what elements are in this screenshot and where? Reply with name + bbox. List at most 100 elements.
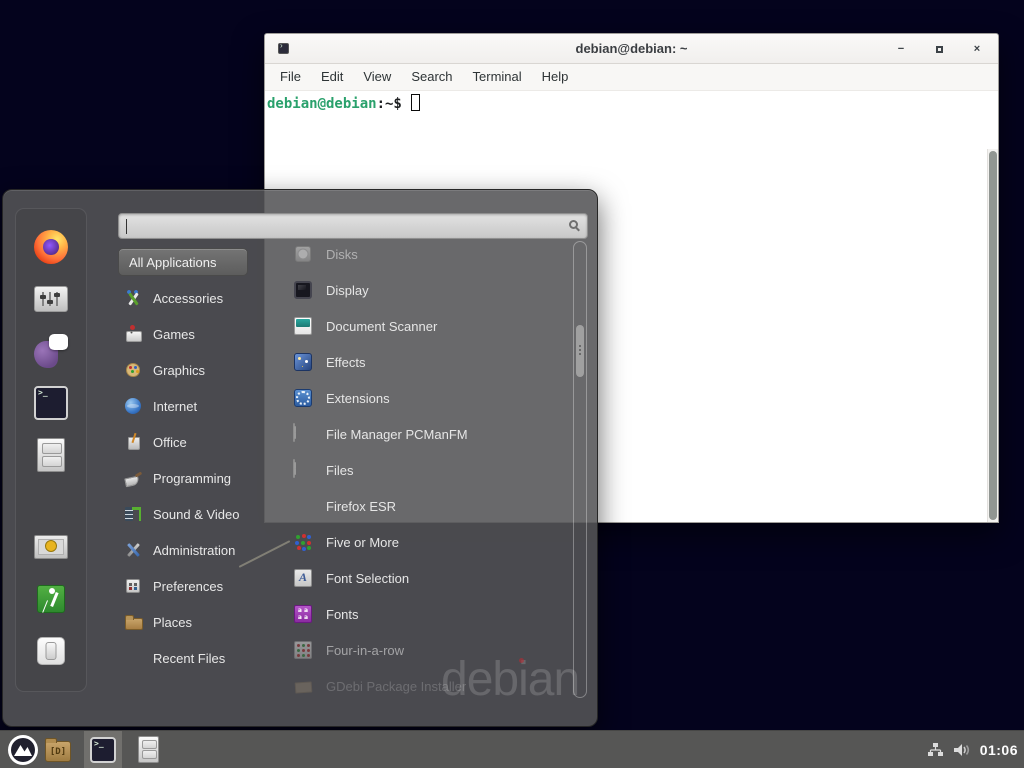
shell-prompt: debian@debian:~$ bbox=[267, 94, 996, 112]
search-icon bbox=[569, 220, 578, 229]
terminal-cursor bbox=[411, 94, 420, 111]
app-item-display[interactable]: Display bbox=[285, 272, 569, 308]
prompt-suffix: :~$ bbox=[377, 96, 402, 112]
file-cabinet-icon bbox=[37, 438, 65, 472]
favorite-file-cabinet[interactable] bbox=[34, 438, 68, 472]
effects-icon bbox=[293, 352, 313, 372]
category-sound-video[interactable]: Sound & Video bbox=[118, 496, 283, 532]
all-applications-label: All Applications bbox=[129, 255, 216, 270]
file-cabinet-icon bbox=[138, 736, 159, 763]
font-selection-icon bbox=[293, 568, 313, 588]
menu-edit[interactable]: Edit bbox=[311, 64, 353, 90]
favorite-firefox[interactable] bbox=[34, 230, 68, 264]
disks-icon bbox=[293, 244, 313, 264]
menu-logo-icon bbox=[8, 735, 38, 765]
file-cabinet-icon bbox=[293, 460, 313, 480]
category-games[interactable]: Games bbox=[118, 316, 283, 352]
system-tray: 01:06 bbox=[927, 731, 1018, 768]
terminal-icon bbox=[90, 737, 116, 763]
app-item-extensions[interactable]: Extensions bbox=[285, 380, 569, 416]
app-item-five-or-more[interactable]: Five or More bbox=[285, 524, 569, 560]
category-graphics[interactable]: Graphics bbox=[118, 352, 283, 388]
extensions-icon bbox=[293, 388, 313, 408]
volume-icon[interactable] bbox=[953, 742, 971, 758]
favorite-lock-screen[interactable] bbox=[34, 530, 68, 564]
app-item-gdebi-package-installer[interactable]: GDebi Package Installer bbox=[285, 668, 569, 700]
lock-screen-icon bbox=[34, 535, 68, 559]
category-administration[interactable]: Administration bbox=[118, 532, 283, 568]
app-item-file-manager-pcmanfm[interactable]: File Manager PCManFM bbox=[285, 416, 569, 452]
five-or-more-icon bbox=[293, 532, 313, 552]
close-button[interactable]: × bbox=[970, 42, 984, 56]
programming-icon bbox=[124, 469, 142, 487]
folder-icon bbox=[45, 741, 71, 762]
favorite-mixer[interactable] bbox=[34, 282, 68, 316]
category-programming[interactable]: Programming bbox=[118, 460, 283, 496]
maximize-button[interactable] bbox=[932, 42, 946, 56]
menu-file[interactable]: File bbox=[270, 64, 311, 90]
firefox-icon bbox=[293, 496, 313, 516]
minimize-button[interactable]: − bbox=[894, 42, 908, 56]
internet-icon bbox=[124, 397, 142, 415]
category-office[interactable]: Office bbox=[118, 424, 283, 460]
search-input[interactable] bbox=[127, 215, 561, 237]
favorite-pidgin[interactable] bbox=[34, 334, 68, 368]
logout-icon bbox=[37, 585, 66, 614]
category-places[interactable]: Places bbox=[118, 604, 283, 640]
network-icon[interactable] bbox=[927, 742, 944, 758]
category-accessories[interactable]: Accessories bbox=[118, 280, 283, 316]
terminal-titlebar[interactable]: debian@debian: ~ − × bbox=[265, 34, 998, 64]
clock[interactable]: 01:06 bbox=[980, 742, 1018, 758]
applications-menu: debian All Applications Accessories Game… bbox=[2, 189, 598, 727]
window-title: debian@debian: ~ bbox=[265, 34, 998, 64]
taskbar-files[interactable] bbox=[136, 736, 161, 763]
terminal-scrollbar-thumb[interactable] bbox=[989, 151, 997, 520]
app-list-scrollbar-thumb[interactable] bbox=[576, 325, 584, 377]
blank-icon bbox=[124, 649, 142, 667]
menu-view[interactable]: View bbox=[353, 64, 401, 90]
terminal-scrollbar[interactable] bbox=[987, 149, 998, 522]
document-scanner-icon bbox=[293, 316, 313, 336]
app-item-font-selection[interactable]: Font Selection bbox=[285, 560, 569, 596]
fonts-icon bbox=[293, 604, 313, 624]
app-item-disks[interactable]: Disks bbox=[285, 236, 569, 272]
favorites-panel bbox=[15, 208, 87, 692]
menu-search[interactable]: Search bbox=[401, 64, 462, 90]
app-item-effects[interactable]: Effects bbox=[285, 344, 569, 380]
taskbar-terminal[interactable] bbox=[90, 737, 116, 763]
sound-video-icon bbox=[124, 505, 142, 523]
administration-icon bbox=[124, 541, 142, 559]
app-item-document-scanner[interactable]: Document Scanner bbox=[285, 308, 569, 344]
graphics-icon bbox=[124, 361, 142, 379]
office-icon bbox=[124, 433, 142, 451]
app-item-files[interactable]: Files bbox=[285, 452, 569, 488]
favorite-shutdown[interactable] bbox=[34, 634, 68, 668]
accessories-icon bbox=[124, 289, 142, 307]
shutdown-icon bbox=[37, 637, 66, 666]
terminal-menubar: File Edit View Search Terminal Help bbox=[265, 64, 998, 91]
app-item-four-in-a-row[interactable]: Four-in-a-row bbox=[285, 632, 569, 668]
firefox-icon bbox=[34, 230, 68, 264]
taskbar: 01:06 bbox=[0, 730, 1024, 768]
terminal-icon bbox=[34, 386, 68, 420]
games-icon bbox=[124, 325, 142, 343]
pidgin-icon bbox=[34, 334, 68, 368]
app-item-fonts[interactable]: Fonts bbox=[285, 596, 569, 632]
file-cabinet-icon bbox=[293, 424, 313, 444]
gdebi-icon bbox=[293, 676, 313, 696]
category-internet[interactable]: Internet bbox=[118, 388, 283, 424]
taskbar-file-manager[interactable] bbox=[44, 736, 72, 764]
favorite-logout[interactable] bbox=[34, 582, 68, 616]
favorite-terminal[interactable] bbox=[34, 386, 68, 420]
app-list-scrollbar[interactable] bbox=[573, 241, 587, 698]
category-recent-files[interactable]: Recent Files bbox=[118, 640, 283, 676]
app-item-firefox-esr[interactable]: Firefox ESR bbox=[285, 488, 569, 524]
category-all-applications[interactable]: All Applications bbox=[118, 248, 248, 276]
menu-button[interactable] bbox=[8, 735, 38, 765]
mixer-icon bbox=[34, 286, 68, 312]
menu-terminal[interactable]: Terminal bbox=[463, 64, 532, 90]
four-in-a-row-icon bbox=[293, 640, 313, 660]
menu-help[interactable]: Help bbox=[532, 64, 579, 90]
preferences-icon bbox=[124, 577, 142, 595]
category-preferences[interactable]: Preferences bbox=[118, 568, 283, 604]
